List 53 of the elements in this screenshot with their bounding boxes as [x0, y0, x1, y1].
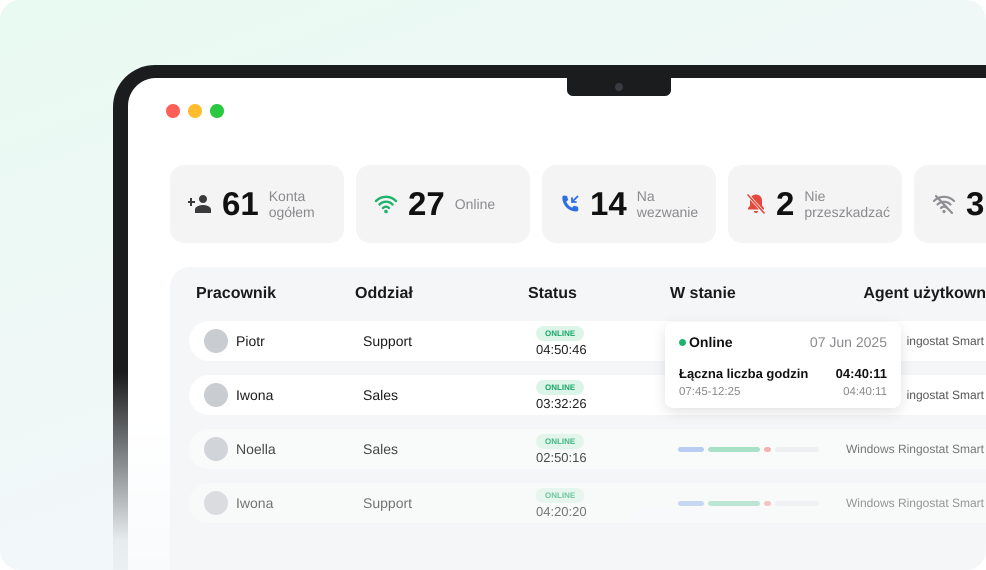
agent-cell-text: ingostat Smart — [906, 388, 985, 402]
wifi-icon — [374, 194, 398, 214]
employee-name: Noella — [236, 441, 276, 457]
agent-cell-text: ingostat Smart — [906, 334, 985, 348]
avatar — [204, 329, 228, 353]
status-badge: ONLINE — [536, 380, 584, 394]
range-duration: 04:40:11 — [843, 386, 887, 398]
stat-value: 27 — [408, 185, 445, 223]
table-row[interactable]: Noella Sales ONLINE 02:50:16 Windows Ringostat Smart — [189, 429, 986, 469]
stat-value: 61 — [222, 185, 259, 223]
tooltip-status: Online — [689, 334, 733, 350]
employee-name: Iwona — [236, 387, 274, 403]
stat-value: 14 — [590, 185, 627, 223]
department-cell-text: Sales — [363, 441, 400, 457]
wifi-off-icon — [932, 194, 956, 214]
camera-icon — [615, 83, 623, 91]
stat-label: Online — [454, 196, 496, 212]
employee-name: Piotr — [236, 333, 265, 349]
maximize-button[interactable] — [210, 104, 224, 118]
employee-name: Iwona — [236, 495, 274, 511]
muted-bell-icon — [746, 193, 766, 215]
stat-label: Konta ogółem — [268, 188, 315, 220]
avatar — [204, 437, 228, 461]
incoming-call-icon — [560, 194, 580, 214]
column-header: Oddział — [355, 285, 414, 303]
stat-label: Nie przeszkadzać — [804, 188, 890, 220]
tooltip-date: 07 Jun 2025 — [810, 334, 887, 350]
column-header: W stanie — [670, 285, 737, 303]
column-header: Status — [528, 285, 578, 303]
close-button[interactable] — [166, 104, 180, 118]
avatar — [204, 491, 228, 515]
status-dot — [679, 338, 686, 346]
status-badge: ONLINE — [536, 488, 584, 502]
stat-value: 2 — [776, 185, 794, 223]
time-range: 07:45-12:25 — [679, 386, 740, 398]
status-time: 04:20:20 — [536, 504, 587, 518]
add-user-icon — [188, 195, 212, 213]
stat-label: Na wezwanie — [636, 188, 698, 220]
department-cell-text: Support — [363, 333, 414, 349]
department-cell-text: Support — [363, 495, 414, 511]
minimize-button[interactable] — [188, 104, 202, 118]
status-time: 02:50:16 — [536, 450, 587, 464]
status-badge: ONLINE — [536, 434, 584, 448]
department-cell-text: Sales — [363, 387, 400, 403]
agent-cell-text: Windows Ringostat Smart — [846, 496, 985, 510]
avatar — [204, 383, 228, 407]
agent-cell-text: Windows Ringostat Smart — [846, 442, 985, 456]
status-time: 03:32:26 — [536, 396, 587, 410]
column-header: Agent użytkown — [862, 285, 986, 303]
column-header: Pracownik — [196, 285, 278, 303]
status-time: 04:50:46 — [536, 342, 587, 356]
status-badge: ONLINE — [536, 326, 584, 340]
stat-value: 3 — [966, 185, 984, 223]
